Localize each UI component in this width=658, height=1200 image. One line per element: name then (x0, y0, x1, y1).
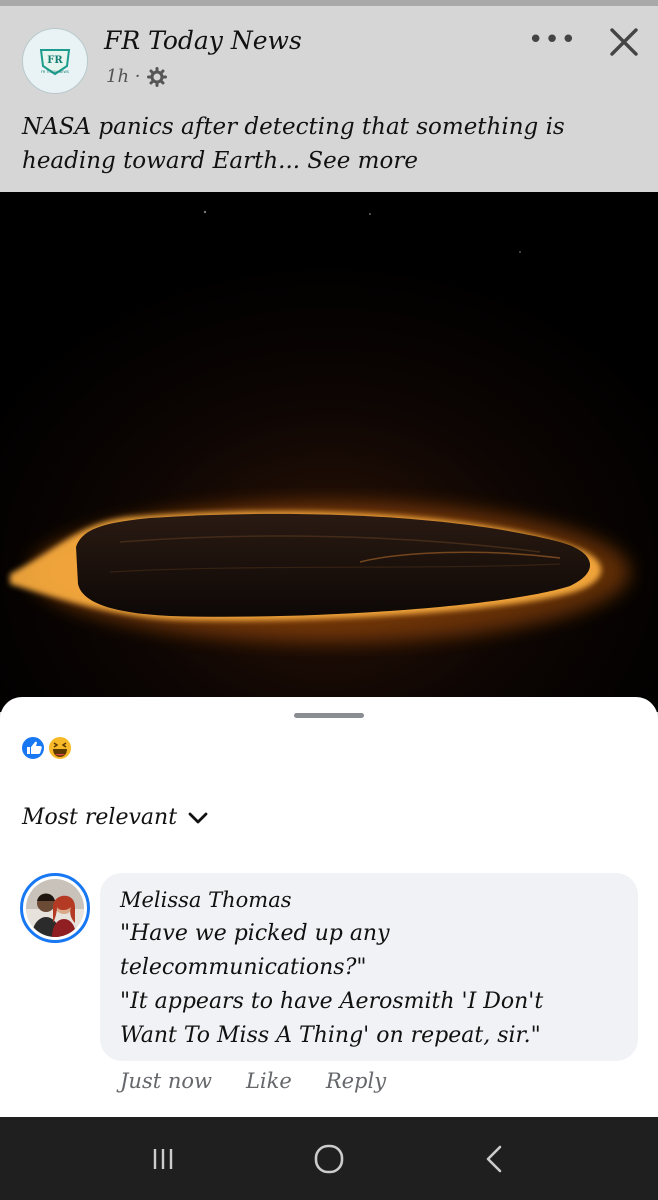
more-icon[interactable]: ••• (528, 27, 577, 53)
comment-text-line: "Have we picked up any (120, 921, 390, 946)
settings-icon[interactable] (146, 66, 167, 87)
profile-photo (26, 879, 84, 937)
comment-text-line: telecommunications?" (120, 955, 367, 980)
comment-author[interactable]: Melissa Thomas (120, 883, 618, 917)
comment-text-line: Want To Miss A Thing' on repeat, sir." (120, 1023, 541, 1048)
svg-text:FR: FR (47, 55, 63, 66)
comment-text-line: "It appears to have Aerosmith 'I Don't (120, 989, 544, 1014)
sort-label: Most relevant (22, 805, 178, 830)
post-time: 1h · (106, 66, 141, 87)
home-button[interactable] (299, 1129, 359, 1189)
avatar[interactable] (20, 873, 90, 943)
comment-actions: Just now Like Reply (120, 1069, 386, 1093)
page-logo-icon: FR FR TODAY NEWS (39, 49, 71, 76)
chevron-down-icon (188, 812, 208, 823)
comments-sheet: Most relevant Melissa Thomas "Have we pi… (0, 697, 658, 1117)
glowing-object-image (0, 192, 658, 712)
system-navbar (0, 1117, 658, 1200)
post-meta: 1h · (106, 66, 167, 87)
like-button[interactable]: Like (246, 1069, 292, 1093)
reply-button[interactable]: Reply (326, 1069, 386, 1093)
page-avatar[interactable]: FR FR TODAY NEWS (22, 28, 88, 94)
recent-apps-icon (153, 1148, 173, 1169)
recent-apps-button[interactable] (133, 1129, 193, 1189)
comment-time: Just now (120, 1069, 212, 1093)
post-header: FR FR TODAY NEWS FR Today News 1h · ••• … (0, 6, 658, 192)
post-text-line: heading toward Earth... See more (22, 148, 418, 174)
post-image[interactable] (0, 192, 658, 712)
drag-handle[interactable] (294, 713, 364, 718)
haha-icon (47, 735, 73, 761)
home-icon (314, 1144, 344, 1173)
post-text-line: NASA panics after detecting that somethi… (22, 114, 565, 140)
sort-dropdown[interactable]: Most relevant (22, 805, 209, 830)
page-name[interactable]: FR Today News (104, 26, 302, 55)
back-button[interactable] (465, 1129, 525, 1189)
reactions-summary[interactable] (20, 733, 80, 763)
comment-bubble[interactable]: Melissa Thomas "Have we picked up any te… (100, 873, 638, 1061)
back-icon (486, 1145, 502, 1172)
svg-text:FR TODAY NEWS: FR TODAY NEWS (41, 70, 69, 74)
post-text[interactable]: NASA panics after detecting that somethi… (22, 110, 642, 178)
close-icon[interactable] (606, 24, 642, 60)
like-icon (20, 735, 46, 761)
